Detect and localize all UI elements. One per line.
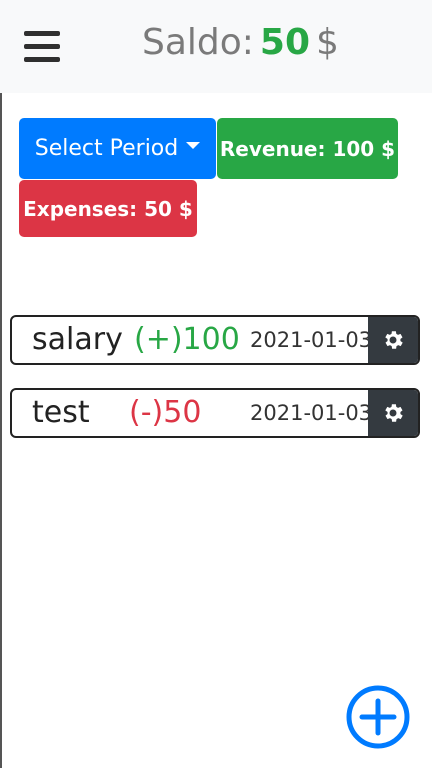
balance-display: Saldo: 50 $ bbox=[142, 22, 339, 72]
list-item: salary (+)100 2021-01-03 bbox=[10, 315, 420, 365]
entry-name: salary bbox=[32, 322, 123, 357]
entry-date: 2021-01-03 bbox=[250, 401, 373, 425]
select-period-label: Select Period bbox=[34, 136, 179, 161]
balance-label: Saldo: bbox=[142, 22, 254, 63]
gear-icon bbox=[385, 404, 403, 422]
expenses-badge[interactable]: Expenses: 50 $ bbox=[19, 180, 197, 237]
select-period-dropdown[interactable]: Select Period bbox=[19, 118, 216, 179]
expenses-label: Expenses: 50 $ bbox=[23, 196, 193, 221]
revenue-badge[interactable]: Revenue: 100 $ bbox=[217, 118, 398, 179]
hamburger-menu-icon[interactable] bbox=[24, 31, 60, 63]
list-item: test (-)50 2021-01-03 bbox=[10, 388, 420, 438]
caret-down-icon bbox=[186, 142, 201, 149]
add-entry-button[interactable] bbox=[346, 685, 410, 749]
entry-amount: (-)50 bbox=[129, 395, 202, 430]
balance-currency: $ bbox=[316, 22, 339, 63]
gear-icon bbox=[385, 331, 403, 349]
entry-date: 2021-01-03 bbox=[250, 328, 373, 352]
entry-amount: (+)100 bbox=[134, 322, 240, 357]
top-navbar: Saldo: 50 $ bbox=[0, 0, 432, 93]
plus-circle-icon bbox=[346, 685, 410, 749]
balance-amount: 50 bbox=[259, 22, 311, 63]
entry-settings-button[interactable] bbox=[368, 390, 418, 436]
revenue-label: Revenue: 100 $ bbox=[219, 136, 396, 161]
entry-name: test bbox=[32, 395, 90, 430]
entry-settings-button[interactable] bbox=[368, 317, 418, 363]
left-divider bbox=[0, 93, 2, 768]
